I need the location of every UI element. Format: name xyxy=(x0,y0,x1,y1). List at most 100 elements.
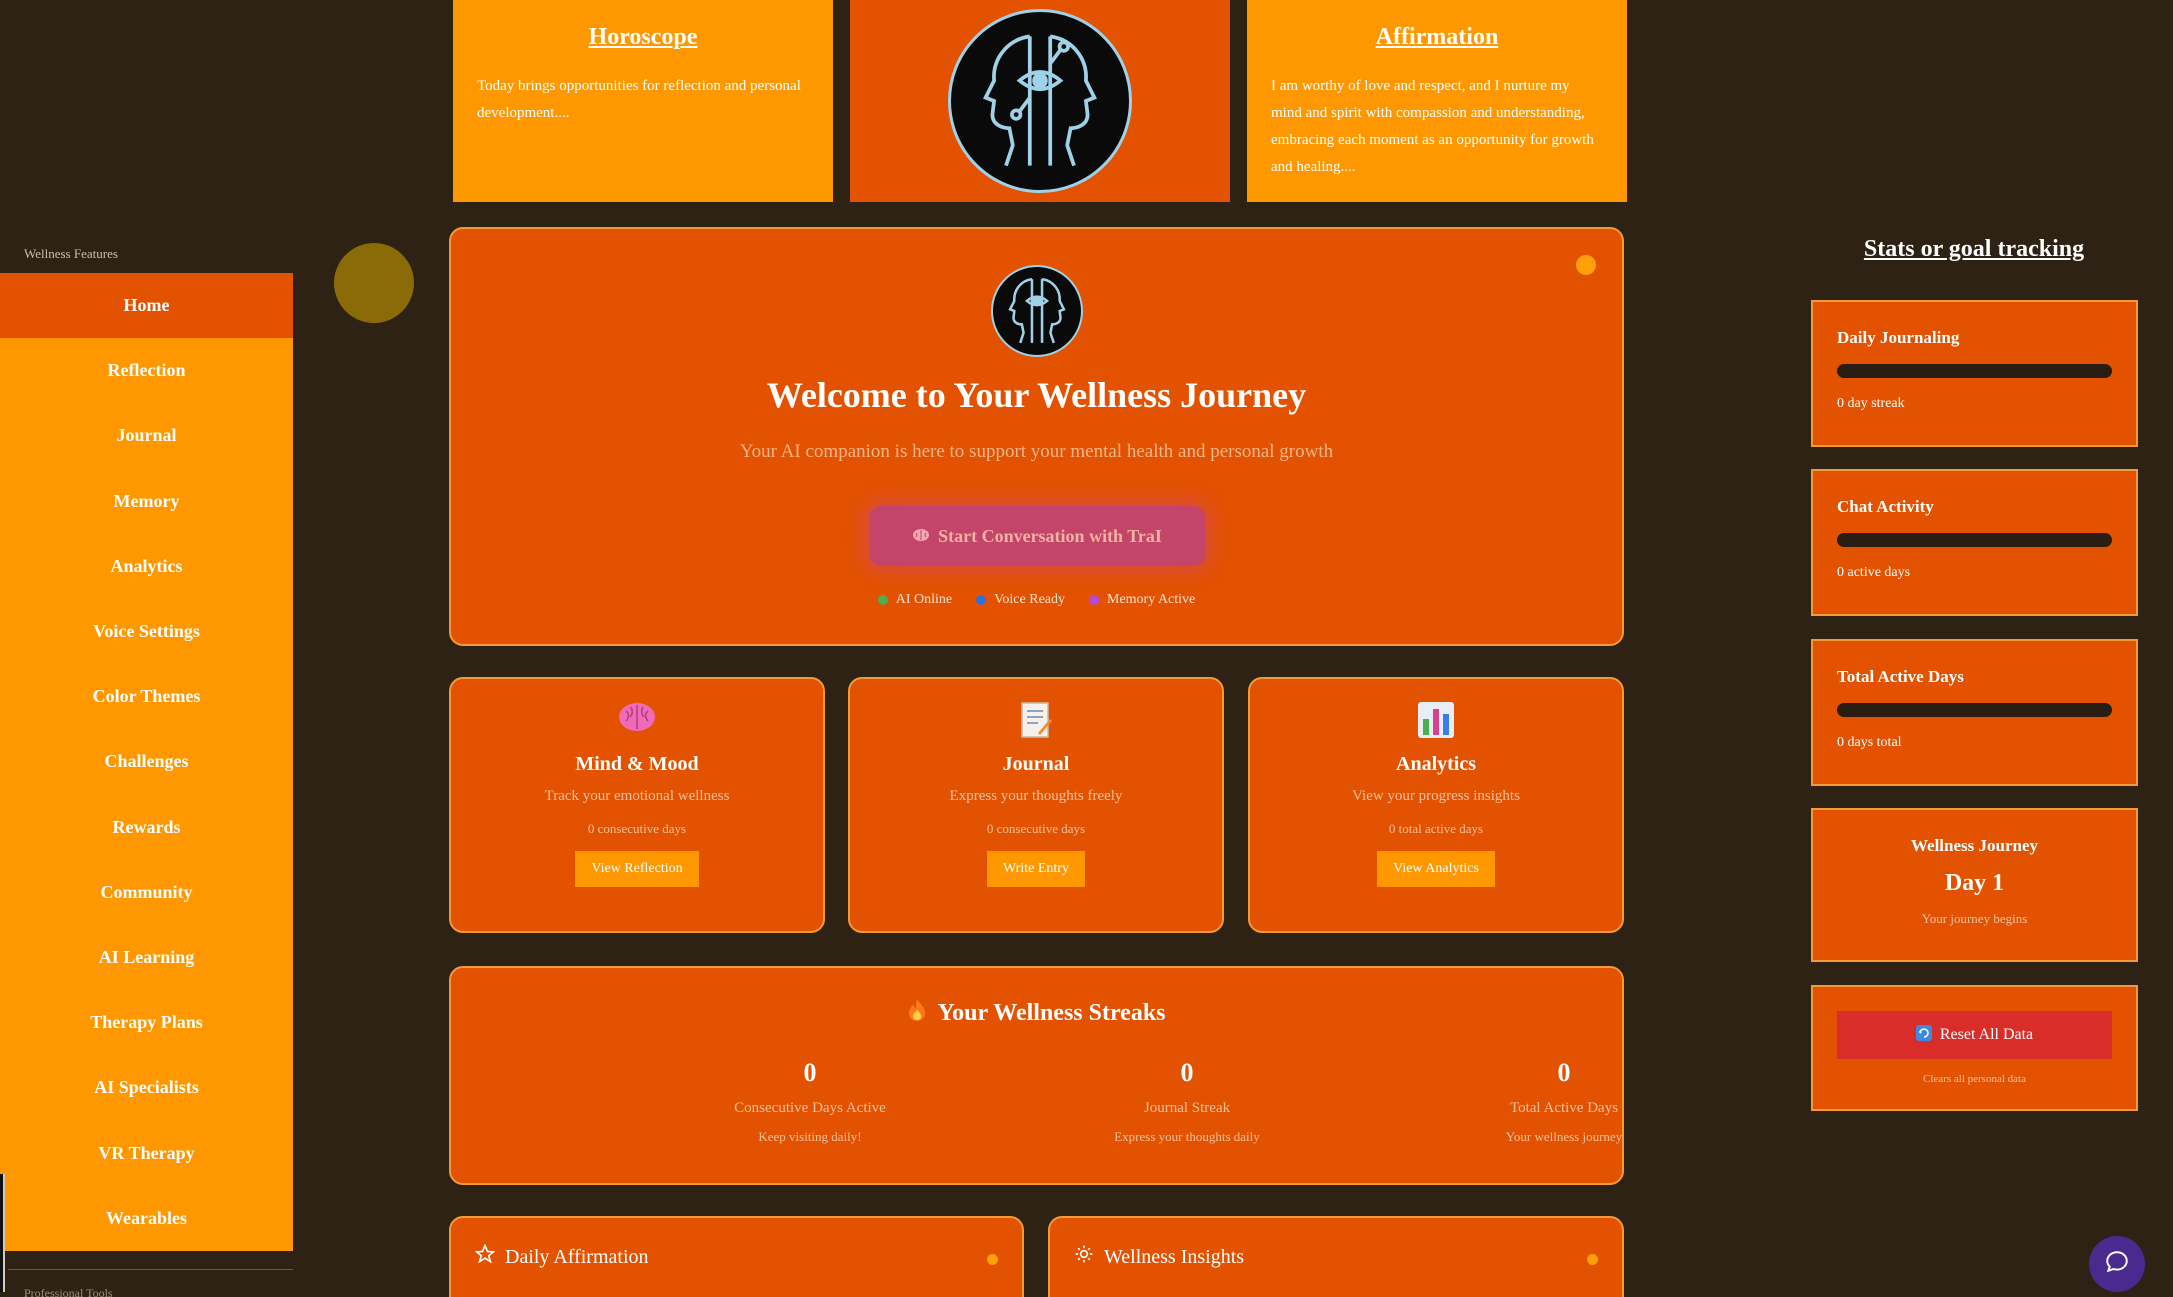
feature-title: Mind & Mood xyxy=(575,753,699,775)
stat-title: Chat Activity xyxy=(1837,497,1934,516)
star-icon xyxy=(474,1243,496,1270)
wellness-insights-title: Wellness Insights xyxy=(1104,1245,1245,1268)
chat-widget-button[interactable] xyxy=(2089,1236,2145,1292)
sidebar-item-rewards[interactable]: Rewards xyxy=(0,795,293,860)
stat-card-chat-activity: Chat Activity 0 active days xyxy=(1811,469,2138,616)
wellness-streaks-card: Your Wellness Streaks 0 Consecutive Days… xyxy=(449,966,1624,1185)
brain-icon xyxy=(912,526,930,547)
sidebar-title: Wellness Features xyxy=(24,246,118,261)
stat-title: Total Active Days xyxy=(1837,667,1964,686)
memo-icon xyxy=(850,701,1222,741)
bar-chart-icon xyxy=(1250,701,1622,741)
sidebar-item-reflection[interactable]: Reflection xyxy=(0,338,293,403)
stats-title: Stats or goal tracking xyxy=(1863,236,2085,262)
streak-label: Total Active Days xyxy=(1509,1100,1619,1116)
streak-journal: 0 Journal Streak Express your thoughts d… xyxy=(1037,1058,1337,1145)
welcome-subtitle: Your AI companion is here to support you… xyxy=(739,441,1334,462)
streak-hint: Your wellness journey xyxy=(1505,1129,1623,1144)
stat-card-total-active-days: Total Active Days 0 days total xyxy=(1811,639,2138,786)
affirmation-title[interactable]: Affirmation xyxy=(1247,24,1627,51)
streak-hint: Express your thoughts daily xyxy=(1114,1129,1260,1144)
welcome-card: Welcome to Your Wellness Journey Your AI… xyxy=(449,227,1624,646)
streak-label: Consecutive Days Active xyxy=(734,1100,886,1116)
status-indicator-dot xyxy=(1587,1254,1598,1265)
progress-bar xyxy=(1837,533,2112,547)
sidebar-item-voice-settings[interactable]: Voice Settings xyxy=(0,599,293,664)
status-row: AI Online Voice Ready Memory Active xyxy=(451,592,1622,608)
wellness-insights-card: Wellness Insights xyxy=(1048,1216,1624,1297)
horoscope-panel: Horoscope Today brings opportunities for… xyxy=(453,0,833,202)
affirmation-panel: Affirmation I am worthy of love and resp… xyxy=(1247,0,1627,202)
feature-card-mind-mood: Mind & Mood Track your emotional wellnes… xyxy=(449,677,825,933)
sidebar-divider xyxy=(8,1269,293,1270)
journey-day: Day 1 xyxy=(1944,870,2005,896)
streak-consecutive-days: 0 Consecutive Days Active Keep visiting … xyxy=(660,1058,960,1145)
streak-value: 0 xyxy=(1557,1058,1571,1087)
streak-value: 0 xyxy=(803,1058,817,1087)
logo-panel xyxy=(850,0,1230,202)
horoscope-title[interactable]: Horoscope xyxy=(453,24,833,51)
status-dot-icon xyxy=(1089,595,1099,605)
sidebar-item-memory[interactable]: Memory xyxy=(0,469,293,534)
sidebar-item-challenges[interactable]: Challenges xyxy=(0,729,293,794)
chat-bubble-icon xyxy=(2104,1249,2130,1280)
reset-all-data-button[interactable]: Reset All Data xyxy=(1837,1011,2112,1059)
status-voice-ready: Voice Ready xyxy=(976,592,1065,608)
sidebar: Home Reflection Journal Memory Analytics… xyxy=(0,273,293,1251)
write-entry-button[interactable]: Write Entry xyxy=(987,851,1085,887)
feature-description: Express your thoughts freely xyxy=(949,788,1123,804)
stat-subtext: 0 active days xyxy=(1837,565,1911,580)
status-dot-icon xyxy=(976,595,987,605)
welcome-logo-icon xyxy=(991,265,1083,357)
stat-subtext: 0 days total xyxy=(1837,735,1902,750)
feature-count: 0 total active days xyxy=(1388,821,1484,836)
sidebar-item-vr-therapy[interactable]: VR Therapy xyxy=(0,1120,293,1185)
streak-value: 0 xyxy=(1180,1058,1194,1087)
journey-subtext: Your journey begins xyxy=(1921,911,2028,926)
stat-card-daily-journaling: Daily Journaling 0 day streak xyxy=(1811,300,2138,447)
dual-face-ai-logo-icon xyxy=(948,9,1132,193)
progress-bar xyxy=(1837,364,2112,378)
stat-subtext: 0 day streak xyxy=(1837,396,1905,411)
sidebar-item-color-themes[interactable]: Color Themes xyxy=(0,664,293,729)
feature-card-journal: Journal Express your thoughts freely 0 c… xyxy=(848,677,1224,933)
sidebar-item-ai-learning[interactable]: AI Learning xyxy=(0,925,293,990)
sidebar-item-analytics[interactable]: Analytics xyxy=(0,534,293,599)
start-conversation-label: Start Conversation with TraI xyxy=(938,525,1162,546)
brain-icon xyxy=(451,701,823,741)
fire-icon xyxy=(907,998,927,1029)
sidebar-resize-handle[interactable] xyxy=(0,1174,5,1292)
view-reflection-button[interactable]: View Reflection xyxy=(575,851,699,887)
feature-count: 0 consecutive days xyxy=(986,821,1086,836)
streaks-title: Your Wellness Streaks xyxy=(937,1000,1166,1026)
daily-affirmation-title: Daily Affirmation xyxy=(505,1245,649,1268)
status-label: AI Online xyxy=(895,592,953,607)
sidebar-section-label: Professional Tools xyxy=(24,1286,113,1297)
start-conversation-button[interactable]: Start Conversation with TraI xyxy=(869,506,1205,566)
sidebar-item-journal[interactable]: Journal xyxy=(0,403,293,468)
journey-title: Wellness Journey xyxy=(1910,836,2039,855)
sidebar-item-home[interactable]: Home xyxy=(0,273,293,339)
reset-data-card: Reset All Data Clears all personal data xyxy=(1811,985,2138,1111)
reset-note: Clears all personal data xyxy=(1923,1073,2026,1085)
status-label: Memory Active xyxy=(1107,592,1196,607)
affirmation-text: I am worthy of love and respect, and I n… xyxy=(1271,78,1594,175)
streak-hint: Keep visiting daily! xyxy=(758,1129,862,1144)
feature-description: Track your emotional wellness xyxy=(544,788,730,804)
refresh-icon xyxy=(1915,1024,1932,1046)
sidebar-item-therapy-plans[interactable]: Therapy Plans xyxy=(0,990,293,1055)
welcome-title: Welcome to Your Wellness Journey xyxy=(766,375,1307,415)
feature-title: Journal xyxy=(1002,753,1070,775)
sidebar-item-ai-specialists[interactable]: AI Specialists xyxy=(0,1055,293,1120)
sidebar-item-wearables[interactable]: Wearables xyxy=(0,1186,293,1251)
status-ai-online: AI Online xyxy=(877,592,953,608)
progress-bar xyxy=(1837,703,2112,717)
view-analytics-button[interactable]: View Analytics xyxy=(1377,851,1495,887)
streak-label: Journal Streak xyxy=(1143,1100,1231,1116)
wellness-journey-card: Wellness Journey Day 1 Your journey begi… xyxy=(1811,808,2138,962)
feature-card-analytics: Analytics View your progress insights 0 … xyxy=(1248,677,1624,933)
sidebar-item-community[interactable]: Community xyxy=(0,860,293,925)
feature-description: View your progress insights xyxy=(1352,788,1520,804)
sun-icon xyxy=(1074,1244,1094,1270)
status-memory-active: Memory Active xyxy=(1089,592,1195,608)
